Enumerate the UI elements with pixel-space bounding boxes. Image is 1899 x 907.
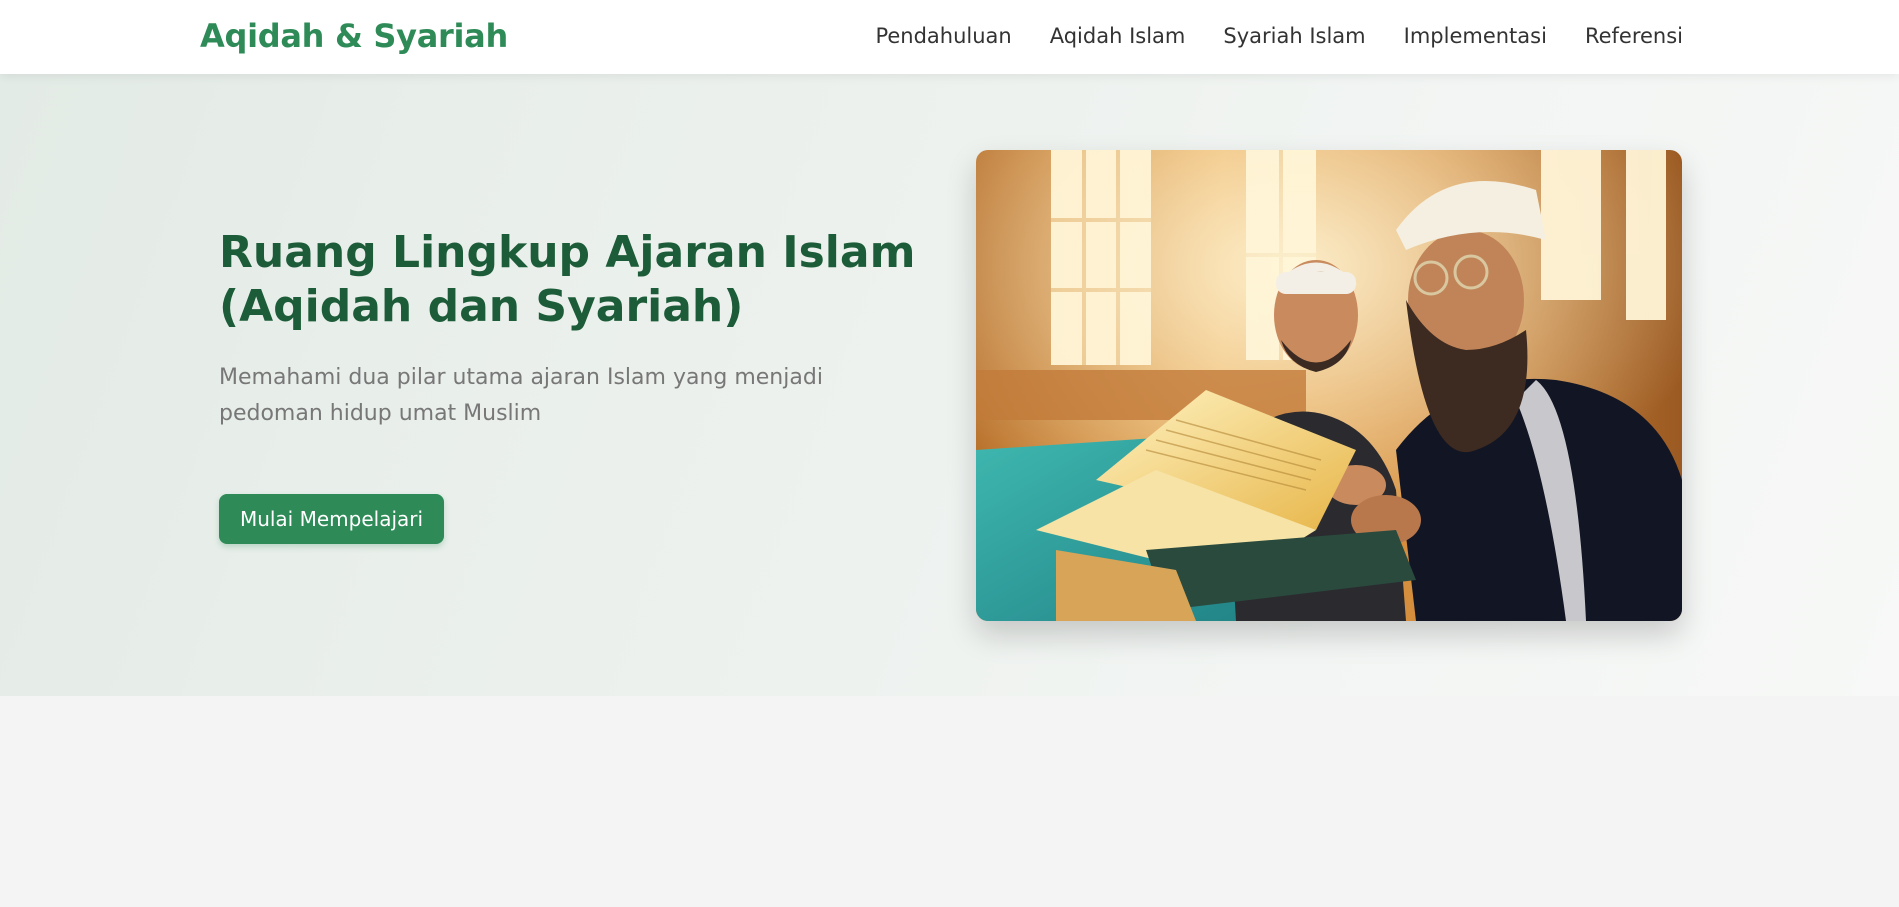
nav-link-syariah-islam[interactable]: Syariah Islam	[1223, 24, 1365, 48]
navbar: Aqidah & Syariah Pendahuluan Aqidah Isla…	[0, 0, 1899, 74]
nav-link-aqidah-islam[interactable]: Aqidah Islam	[1050, 24, 1186, 48]
hero-title: Ruang Lingkup Ajaran Islam (Aqidah dan S…	[219, 227, 916, 332]
brand-logo[interactable]: Aqidah & Syariah	[200, 17, 508, 55]
nav-link-pendahuluan[interactable]: Pendahuluan	[875, 24, 1011, 48]
hero-photo-illustration	[976, 150, 1682, 621]
hero-subtitle: Memahami dua pilar utama ajaran Islam ya…	[219, 365, 823, 426]
hero-image	[976, 150, 1682, 621]
start-learning-button[interactable]: Mulai Mempelajari	[219, 494, 444, 544]
content-area	[0, 696, 1899, 907]
nav-link-implementasi[interactable]: Implementasi	[1404, 24, 1547, 48]
nav-link-referensi[interactable]: Referensi	[1585, 24, 1683, 48]
hero-section: Ruang Lingkup Ajaran Islam (Aqidah dan S…	[0, 74, 1899, 696]
nav-menu: Pendahuluan Aqidah Islam Syariah Islam I…	[875, 24, 1683, 48]
